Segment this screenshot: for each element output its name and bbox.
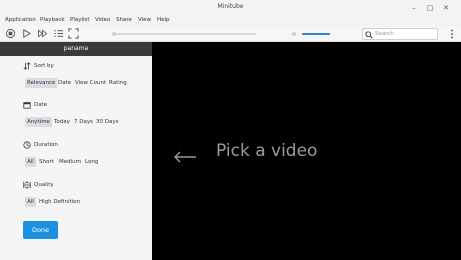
stop-icon[interactable] <box>5 28 16 39</box>
pick-video-message: Pick a video <box>216 141 318 161</box>
duration-section-title: Duration <box>34 142 58 148</box>
seek-slider[interactable] <box>116 33 256 35</box>
volume-handle[interactable] <box>292 31 296 36</box>
play-icon[interactable] <box>21 28 32 39</box>
menu-help[interactable]: Help <box>157 17 170 23</box>
volume-slider[interactable] <box>302 33 330 35</box>
menu-bar: Application Playback Playlist Video Shar… <box>0 16 461 26</box>
menu-video[interactable]: Video <box>95 17 110 23</box>
quality-option-all[interactable]: All <box>25 197 36 207</box>
skip-icon[interactable] <box>37 28 48 39</box>
sort-option-rating[interactable]: Rating <box>107 78 129 88</box>
query-header: panama <box>0 42 152 56</box>
arrow-left-icon <box>174 151 196 163</box>
seek-handle[interactable] <box>112 31 116 36</box>
sort-option-date[interactable]: Date <box>56 78 73 88</box>
clock-icon <box>23 141 31 149</box>
quality-section-title: Quality <box>34 182 54 188</box>
close-button[interactable]: ✕ <box>440 2 452 14</box>
playlist-icon[interactable] <box>53 28 64 39</box>
sort-section-title: Sort by <box>34 63 54 69</box>
duration-option-short[interactable]: Short <box>37 157 56 167</box>
duration-option-all[interactable]: All <box>25 157 36 167</box>
date-option-30-days[interactable]: 30 Days <box>94 117 120 127</box>
quality-option-high-definition[interactable]: High Definition <box>37 197 82 207</box>
menu-view[interactable]: View <box>138 17 151 23</box>
search-input[interactable]: Search <box>362 28 438 40</box>
search-placeholder: Search <box>375 30 394 37</box>
sort-option-view-count[interactable]: View Count <box>73 78 108 88</box>
date-option-7-days[interactable]: 7 Days <box>72 117 95 127</box>
quality-icon <box>23 181 31 189</box>
calendar-icon <box>23 102 31 109</box>
search-icon <box>365 30 373 39</box>
menu-application[interactable]: Application <box>5 17 36 23</box>
menu-share[interactable]: Share <box>116 17 132 23</box>
more-icon[interactable] <box>449 29 455 39</box>
date-option-anytime[interactable]: Anytime <box>25 117 52 127</box>
window-title: Minitube <box>217 3 244 10</box>
title-bar: Minitube – □ ✕ <box>0 0 461 16</box>
date-section-title: Date <box>34 102 48 108</box>
menu-playback[interactable]: Playback <box>40 17 65 23</box>
maximize-button[interactable]: □ <box>424 2 436 14</box>
date-option-today[interactable]: Today <box>52 117 72 127</box>
duration-option-medium[interactable]: Medium <box>57 157 83 167</box>
query-label: panama <box>63 45 89 52</box>
minimize-button[interactable]: – <box>408 2 420 14</box>
sort-option-relevance[interactable]: Relevance <box>25 78 58 88</box>
sort-icon <box>23 62 31 70</box>
menu-playlist[interactable]: Playlist <box>70 17 90 23</box>
duration-option-long[interactable]: Long <box>83 157 100 167</box>
done-button[interactable]: Done <box>23 221 58 239</box>
fullscreen-icon[interactable] <box>68 28 79 39</box>
